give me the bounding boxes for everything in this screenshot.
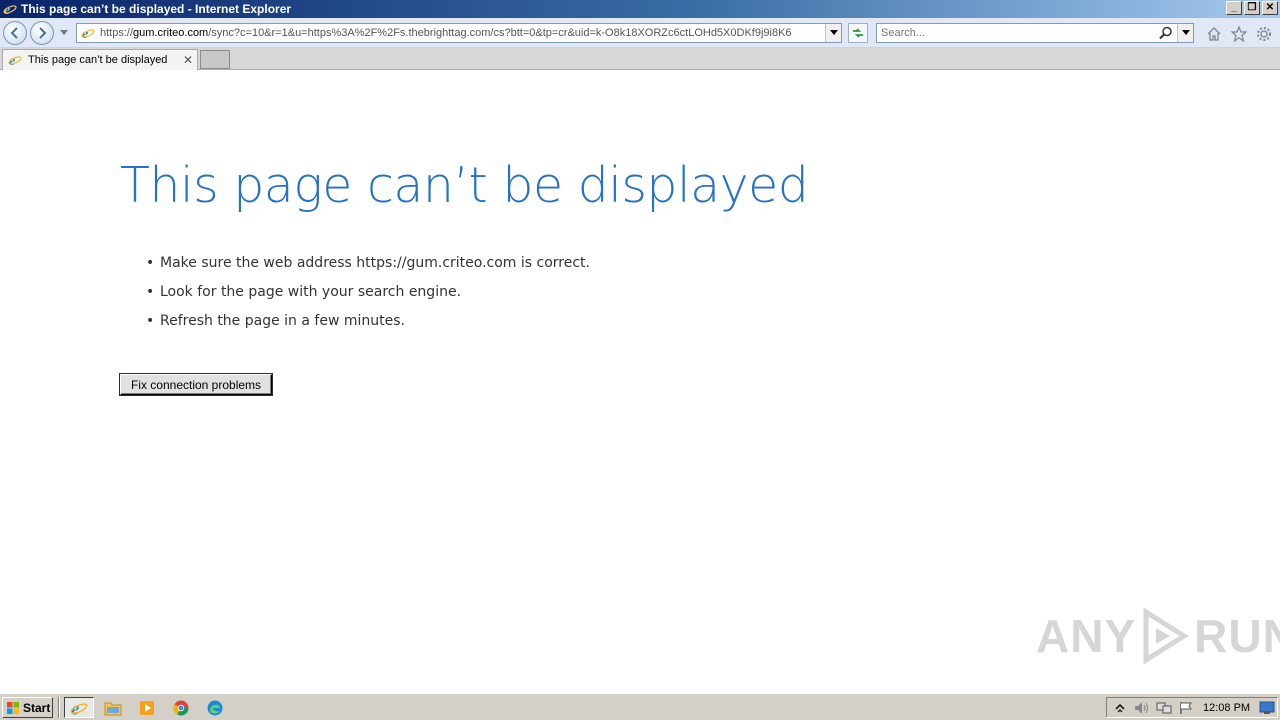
action-center-flag-icon[interactable] bbox=[1177, 700, 1195, 716]
navigation-bar: e https://gum.criteo.com/sync?c=10&r=1&u… bbox=[0, 18, 1280, 48]
media-player-icon bbox=[140, 700, 154, 715]
fix-connection-button[interactable]: Fix connection problems bbox=[120, 374, 272, 395]
bullet: • bbox=[146, 284, 155, 300]
tip-text: Make sure the web address https://gum.cr… bbox=[160, 255, 590, 271]
tools-button[interactable] bbox=[1255, 25, 1273, 43]
url-prefix: https:// bbox=[100, 27, 134, 39]
watermark-text-left: ANY bbox=[1036, 610, 1137, 662]
clock[interactable]: 12:08 PM bbox=[1203, 702, 1250, 714]
taskbar-media-player[interactable] bbox=[132, 697, 162, 718]
address-url[interactable]: https://gum.criteo.com/sync?c=10&r=1&u=h… bbox=[100, 27, 820, 39]
troubleshooting-list: • Make sure the web address https://gum.c… bbox=[146, 253, 590, 340]
tab-favicon-icon: e bbox=[7, 52, 23, 68]
chevron-down-icon bbox=[829, 30, 838, 35]
tab-bar: e This page can’t be displayed ✕ bbox=[0, 48, 1280, 70]
back-button[interactable] bbox=[3, 21, 27, 45]
play-logo-icon bbox=[1143, 608, 1189, 664]
system-tray: 12:08 PM bbox=[1106, 697, 1278, 718]
tip-text: Look for the page with your search engin… bbox=[160, 284, 462, 300]
error-heading: This page can’t be displayed bbox=[120, 157, 809, 214]
close-tab-icon[interactable]: ✕ bbox=[183, 53, 193, 67]
url-path: /sync?c=10&r=1&u=https%3A%2F%2Fs.thebrig… bbox=[208, 27, 792, 39]
taskbar: Start e 12:08 PM bbox=[0, 693, 1280, 720]
page-content: This page can’t be displayed • Make sure … bbox=[0, 71, 1280, 691]
new-tab-button[interactable] bbox=[200, 50, 230, 69]
folder-icon bbox=[104, 702, 122, 715]
list-item: • Refresh the page in a few minutes. bbox=[146, 311, 590, 340]
list-item: • Make sure the web address https://gum.c… bbox=[146, 253, 590, 282]
internet-explorer-icon: e bbox=[70, 699, 88, 717]
address-bar[interactable]: e https://gum.criteo.com/sync?c=10&r=1&u… bbox=[76, 23, 842, 43]
chevron-down-icon bbox=[60, 30, 68, 35]
volume-icon[interactable] bbox=[1133, 700, 1151, 716]
close-window-button[interactable]: ✕ bbox=[1262, 1, 1278, 15]
search-box[interactable] bbox=[876, 23, 1194, 43]
taskbar-chrome[interactable] bbox=[166, 697, 196, 718]
arrow-right-icon bbox=[39, 27, 47, 39]
minimize-button[interactable]: _ bbox=[1226, 1, 1242, 15]
bullet: • bbox=[146, 255, 155, 271]
recent-pages-dropdown[interactable] bbox=[59, 28, 69, 38]
favorites-button[interactable] bbox=[1230, 25, 1248, 43]
star-icon bbox=[1231, 26, 1247, 42]
chevron-down-icon bbox=[1181, 30, 1190, 35]
tip-text: Refresh the page in a few minutes. bbox=[160, 313, 405, 329]
bullet: • bbox=[146, 313, 155, 329]
chrome-icon bbox=[173, 700, 189, 715]
network-icon[interactable] bbox=[1155, 700, 1173, 716]
watermark-text-right: RUN bbox=[1194, 610, 1280, 662]
window-title-bar: e This page can’t be displayed - Interne… bbox=[0, 0, 1280, 18]
refresh-button[interactable] bbox=[848, 23, 868, 43]
arrow-left-icon bbox=[10, 27, 18, 39]
search-provider-dropdown[interactable] bbox=[1177, 24, 1193, 42]
window-controls: _ ❐ ✕ bbox=[1226, 1, 1278, 15]
search-icon[interactable] bbox=[1159, 26, 1173, 40]
home-button[interactable] bbox=[1205, 25, 1223, 43]
window-title: This page can’t be displayed - Internet … bbox=[21, 2, 292, 16]
list-item: • Look for the page with your search engi… bbox=[146, 282, 590, 311]
page-favicon-icon: e bbox=[80, 25, 96, 41]
refresh-icon bbox=[853, 28, 863, 38]
taskbar-file-explorer[interactable] bbox=[98, 697, 128, 718]
show-desktop-icon[interactable] bbox=[1259, 700, 1275, 715]
internet-explorer-icon: e bbox=[2, 1, 18, 17]
taskbar-separator bbox=[58, 697, 60, 718]
show-hidden-icons-icon[interactable] bbox=[1111, 700, 1129, 716]
tab-current[interactable]: e This page can’t be displayed ✕ bbox=[2, 49, 198, 70]
anyrun-watermark: ANY RUN bbox=[1036, 608, 1280, 664]
gear-icon bbox=[1257, 27, 1271, 41]
start-label: Start bbox=[23, 700, 51, 715]
start-button[interactable]: Start bbox=[2, 697, 53, 718]
taskbar-internet-explorer[interactable]: e bbox=[64, 697, 94, 718]
edge-icon bbox=[207, 700, 223, 715]
restore-button[interactable]: ❐ bbox=[1244, 1, 1260, 15]
forward-button[interactable] bbox=[30, 21, 54, 45]
url-domain: gum.criteo.com bbox=[133, 27, 209, 39]
windows-logo-icon bbox=[7, 701, 19, 714]
taskbar-edge[interactable] bbox=[200, 697, 230, 718]
address-dropdown-button[interactable] bbox=[825, 24, 841, 42]
svg-text:e: e bbox=[71, 699, 79, 717]
search-input[interactable] bbox=[881, 27, 1151, 39]
tab-label: This page can’t be displayed bbox=[28, 54, 168, 66]
home-icon bbox=[1207, 27, 1221, 41]
